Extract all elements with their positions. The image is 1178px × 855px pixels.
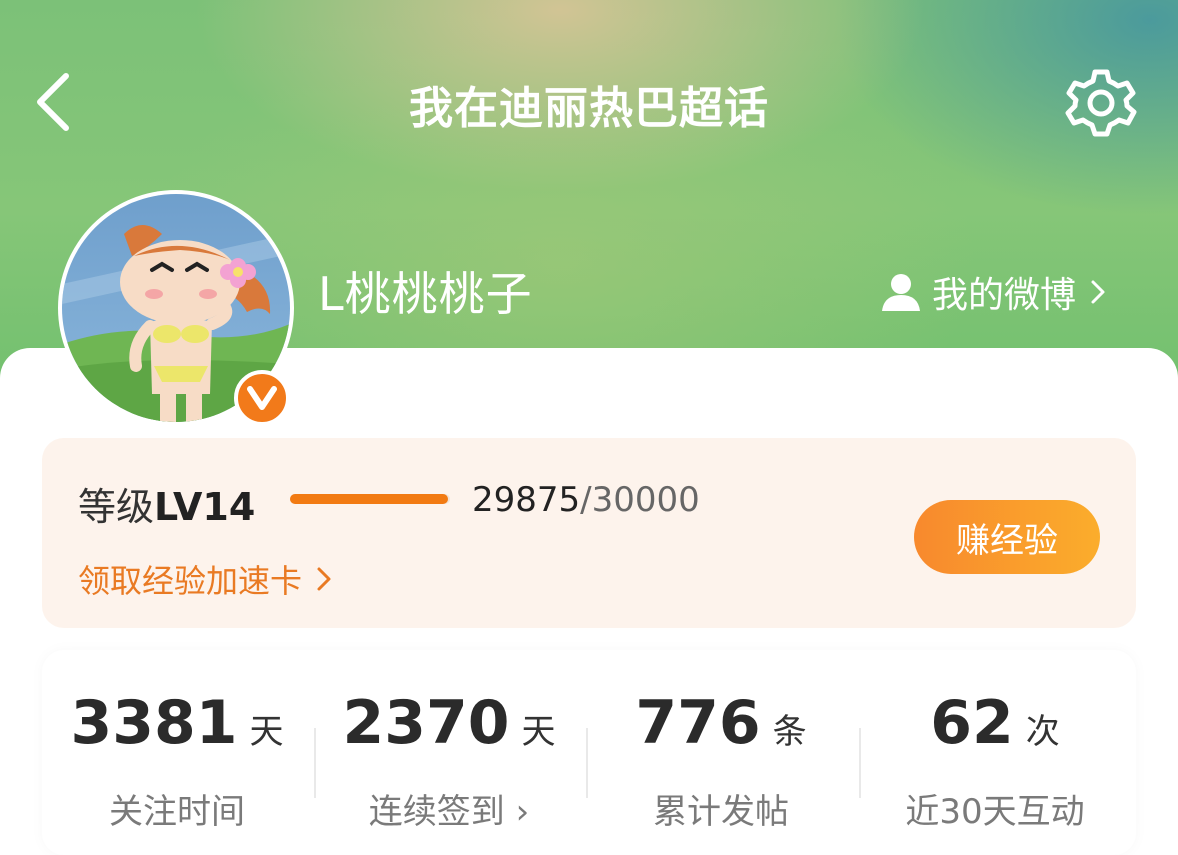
my-weibo-link[interactable]: 我的微博: [880, 266, 1108, 318]
verified-v-icon: [247, 386, 277, 410]
stat-number: 3381: [70, 688, 238, 758]
level-progress-fill: [290, 494, 449, 504]
person-icon: [882, 274, 920, 311]
level-label: 等级LV14: [78, 476, 255, 531]
stat-label: 近30天互动: [905, 792, 1085, 832]
earn-exp-button[interactable]: 赚经验: [914, 500, 1100, 574]
stat-unit: 条: [772, 712, 807, 752]
stat-value: 776 条: [586, 688, 856, 758]
chevron-right-icon: [1091, 280, 1105, 304]
stat-checkin-streak[interactable]: 2370 天 连续签到 ›: [314, 650, 584, 855]
level-value: LV14: [154, 485, 256, 529]
level-progress-bar: [290, 494, 450, 504]
stat-total-posts: 776 条 累计发帖: [586, 650, 856, 855]
stat-value: 3381 天: [42, 688, 312, 758]
chevron-right-icon: [317, 567, 331, 591]
boost-card-label: 领取经验加速卡: [78, 562, 303, 600]
stat-unit: 天: [249, 712, 284, 752]
level-exp: 29875/30000: [472, 480, 700, 520]
boost-card-link[interactable]: 领取经验加速卡: [78, 556, 332, 602]
stat-unit: 天: [521, 712, 556, 752]
stat-label: 连续签到 ›: [368, 792, 530, 832]
stat-follow-days: 3381 天 关注时间: [42, 650, 312, 855]
total-exp: /30000: [580, 480, 700, 520]
stat-value: 62 次: [860, 688, 1130, 758]
level-card: 等级LV14 29875/30000 领取经验加速卡 赚经验: [42, 438, 1136, 628]
current-exp: 29875: [472, 480, 581, 520]
supertopic-profile-screen: 我在迪丽热巴超话 L桃桃桃子 我的微博 等级LV14 29875/30000 领…: [0, 0, 1178, 855]
stats-card: 3381 天 关注时间 2370 天 连续签到 › 776 条 累计发帖 62 次 近3…: [42, 650, 1136, 855]
my-weibo-label: 我的微博: [932, 275, 1077, 316]
stat-number: 2370: [342, 688, 510, 758]
settings-button[interactable]: [1064, 66, 1138, 140]
level-prefix: 等级: [78, 485, 155, 529]
stat-label: 累计发帖: [653, 792, 789, 832]
page-title: 我在迪丽热巴超话: [409, 83, 769, 134]
gear-icon: [1065, 69, 1137, 137]
stat-value: 2370 天: [314, 688, 584, 758]
stat-interactions: 62 次 近30天互动: [860, 650, 1130, 855]
verified-badge: [234, 370, 290, 426]
stat-unit: 次: [1025, 712, 1060, 752]
stat-number: 776: [635, 688, 761, 758]
stat-label: 关注时间: [109, 792, 245, 832]
username: L桃桃桃子: [318, 267, 533, 321]
stat-number: 62: [930, 688, 1014, 758]
